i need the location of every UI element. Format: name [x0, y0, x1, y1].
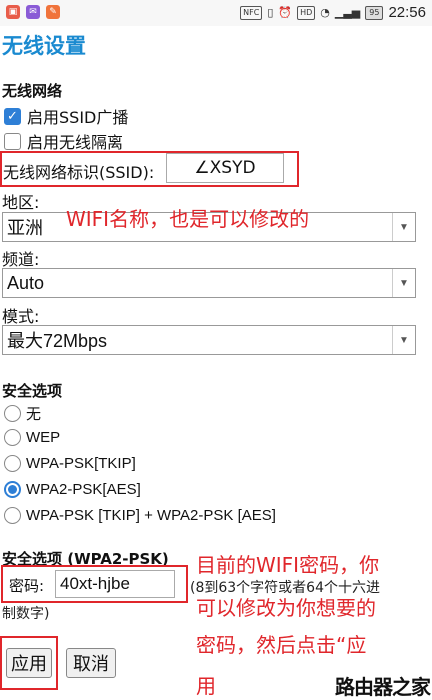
security-option-none[interactable]: 无 [4, 403, 41, 424]
app-icon: ▣ [6, 5, 20, 19]
radio-button[interactable] [4, 455, 21, 472]
cancel-button[interactable]: 取消 [66, 648, 116, 678]
radio-button-selected[interactable] [4, 481, 21, 498]
region-label: 地区: [2, 193, 40, 212]
channel-label: 频道: [2, 250, 40, 269]
security-option-label: WPA-PSK [TKIP] + WPA2-PSK [AES] [26, 507, 276, 524]
radio-button[interactable] [4, 405, 21, 422]
ssid-broadcast-label: 启用SSID广播 [27, 108, 129, 127]
hd-icon: HD [297, 5, 316, 20]
password-annotation-line2: 可以修改为你想要的 [196, 596, 376, 620]
radio-button[interactable] [4, 507, 21, 524]
isolation-row[interactable]: 启用无线隔离 [4, 129, 123, 153]
isolation-label: 启用无线隔离 [27, 133, 124, 152]
mail-icon: ✉ [26, 5, 40, 19]
security-option-mixed[interactable]: WPA-PSK [TKIP] + WPA2-PSK [AES] [4, 507, 276, 524]
apply-button[interactable]: 应用 [6, 648, 52, 678]
password-input[interactable]: 40xt-hjbe [55, 570, 175, 598]
battery-icon: 95 [365, 5, 384, 20]
chevron-down-icon: ▼ [392, 326, 415, 354]
region-value: 亚洲 [7, 218, 43, 238]
clock: 22:56 [388, 4, 426, 21]
password-annotation-line4: 用 [196, 674, 216, 698]
radio-button[interactable] [4, 429, 21, 446]
isolation-checkbox[interactable] [4, 132, 21, 150]
signal-icon: ▁▃▅ [334, 6, 361, 19]
channel-select[interactable]: Auto ▼ [2, 268, 416, 298]
watermark: 路由器之家 [335, 675, 431, 699]
channel-value: Auto [7, 272, 45, 293]
wireless-section-heading: 无线网络 [2, 82, 63, 100]
chevron-down-icon: ▼ [392, 269, 415, 297]
security-option-label: WPA2-PSK[AES] [26, 481, 141, 498]
security-option-label: WEP [26, 429, 61, 446]
chevron-down-icon: ▼ [392, 213, 415, 241]
ssid-label: 无线网络标识(SSID): [3, 163, 155, 182]
security-option-label: WPA-PSK[TKIP] [26, 455, 136, 472]
mode-label: 模式: [2, 307, 40, 326]
security-option-label: 无 [26, 406, 42, 423]
security-option-wpa2-aes[interactable]: WPA2-PSK[AES] [4, 481, 141, 498]
security-section-heading: 安全选项 [2, 382, 63, 400]
password-annotation-line3: 密码，然后点击“应 [196, 633, 367, 657]
status-bar: ▣ ✉ ✎ NFC ▯ ⏰ HD ◔ ▁▃▅ 95 22:56 [0, 0, 432, 26]
wifi-icon: ◔ [320, 6, 330, 19]
mode-select[interactable]: 最大72Mbps ▼ [2, 325, 416, 355]
ssid-annotation: WIFI名称，也是可以修改的 [66, 207, 310, 231]
ssid-broadcast-checkbox[interactable]: ✓ [4, 107, 21, 125]
security-option-wpa-tkip[interactable]: WPA-PSK[TKIP] [4, 455, 136, 472]
page-title: 无线设置 [2, 34, 86, 58]
vibrate-icon: ▯ [267, 6, 274, 19]
password-hint-line2: 制数字) [2, 606, 50, 622]
mode-value: 最大72Mbps [7, 331, 108, 351]
alarm-icon: ⏰ [278, 6, 293, 19]
app-icon: ✎ [46, 5, 60, 19]
ssid-input[interactable]: ∠XSYD [166, 153, 284, 183]
nfc-icon: NFC [240, 5, 263, 20]
ssid-broadcast-row[interactable]: ✓ 启用SSID广播 [4, 104, 128, 128]
password-label: 密码: [9, 577, 45, 595]
password-annotation-line1: 目前的WIFI密码，你 [196, 553, 380, 577]
security-option-wep[interactable]: WEP [4, 429, 60, 446]
